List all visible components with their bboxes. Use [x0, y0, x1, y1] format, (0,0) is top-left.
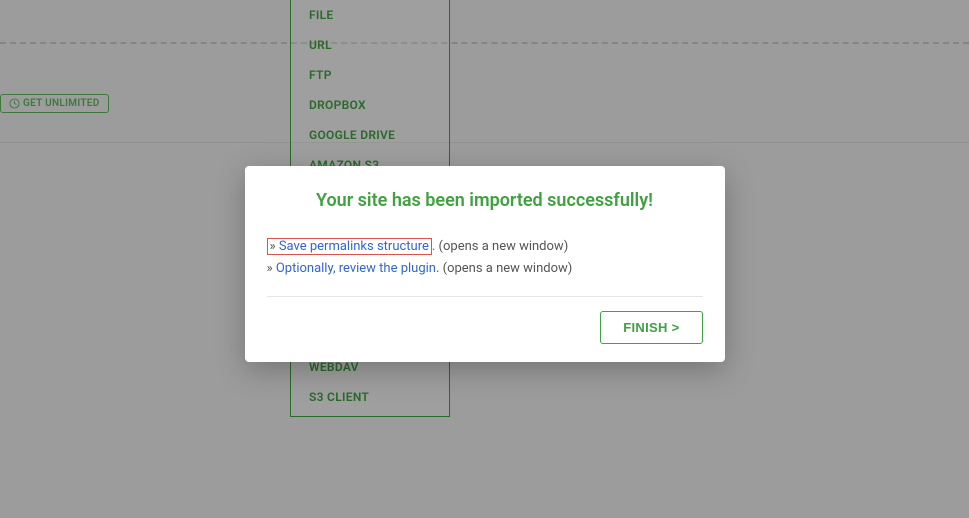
highlight-annotation: » Save permalinks structure [267, 238, 432, 255]
save-permalinks-link[interactable]: Save permalinks structure [279, 239, 429, 254]
import-success-modal: Your site has been imported successfully… [245, 166, 725, 362]
modal-title: Your site has been imported successfully… [267, 190, 703, 211]
modal-line-permalinks: » Save permalinks structure. (opens a ne… [267, 237, 703, 257]
modal-divider [267, 296, 703, 297]
modal-line-review: » Optionally, review the plugin. (opens … [267, 259, 703, 279]
review-plugin-link[interactable]: Optionally, review the plugin [276, 261, 436, 276]
finish-button[interactable]: FINISH > [600, 311, 702, 344]
modal-footer: FINISH > [267, 311, 703, 344]
